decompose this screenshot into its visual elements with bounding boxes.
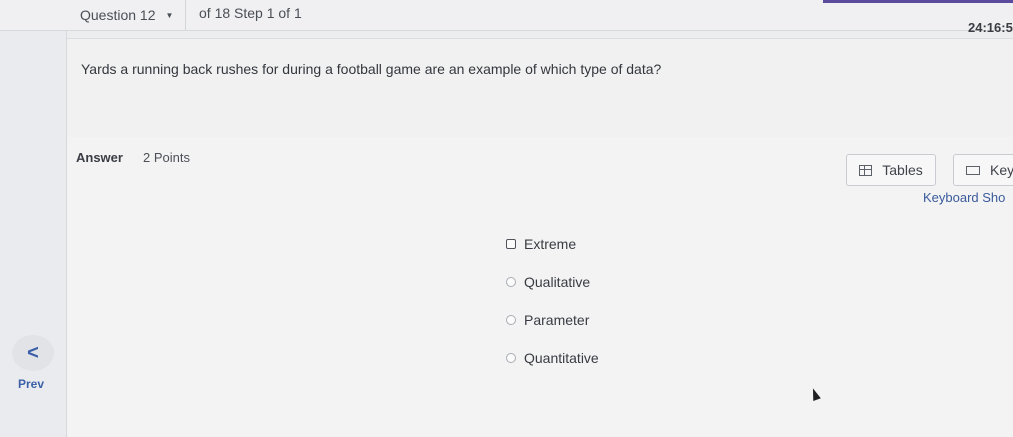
radio-button[interactable]	[506, 315, 516, 325]
option-label: Parameter	[524, 312, 590, 328]
question-panel: Yards a running back rushes for during a…	[67, 38, 1013, 138]
app-window: Question 12 ▼ of 18 Step 1 of 1 24:16:5 …	[0, 0, 1013, 437]
answer-panel: Answer 2 Points Tables Key Keyboard Sho …	[67, 137, 1013, 437]
option-quantitative[interactable]: Quantitative	[506, 339, 599, 377]
tables-button-label: Tables	[882, 162, 923, 178]
keyboard-shortcuts-link[interactable]: Keyboard Sho	[923, 190, 1005, 205]
option-parameter[interactable]: Parameter	[506, 301, 599, 339]
answer-options: Extreme Qualitative Parameter Quantitati…	[506, 225, 599, 377]
option-qualitative[interactable]: Qualitative	[506, 263, 599, 301]
prev-button[interactable]: <	[12, 335, 54, 371]
option-label: Qualitative	[524, 274, 591, 290]
radio-button[interactable]	[506, 277, 516, 287]
top-accent-bar	[823, 0, 1013, 3]
table-icon	[859, 164, 873, 176]
prev-label[interactable]: Prev	[18, 377, 44, 391]
keypad-button[interactable]: Key	[953, 154, 1013, 186]
top-bar: Question 12 ▼ of 18 Step 1 of 1	[0, 0, 1013, 31]
question-text: Yards a running back rushes for during a…	[81, 61, 662, 77]
points-label: 2 Points	[143, 150, 190, 165]
radio-button[interactable]	[506, 239, 516, 249]
keypad-button-label: Key	[990, 162, 1013, 178]
radio-button[interactable]	[506, 353, 516, 363]
left-rail: < Prev	[0, 31, 67, 437]
option-label: Extreme	[524, 236, 577, 252]
question-progress: of 18 Step 1 of 1	[199, 5, 302, 21]
option-extreme[interactable]: Extreme	[506, 225, 599, 263]
caret-down-icon: ▼	[165, 10, 174, 20]
question-selector-label: Question 12	[80, 7, 156, 23]
tables-button[interactable]: Tables	[846, 154, 936, 186]
answer-label: Answer	[76, 150, 123, 165]
chevron-left-icon: <	[27, 341, 39, 364]
timer: 24:16:5	[968, 20, 1013, 35]
question-selector-dropdown[interactable]: Question 12 ▼	[68, 0, 186, 30]
keyboard-icon	[966, 165, 980, 175]
option-label: Quantitative	[524, 350, 599, 366]
